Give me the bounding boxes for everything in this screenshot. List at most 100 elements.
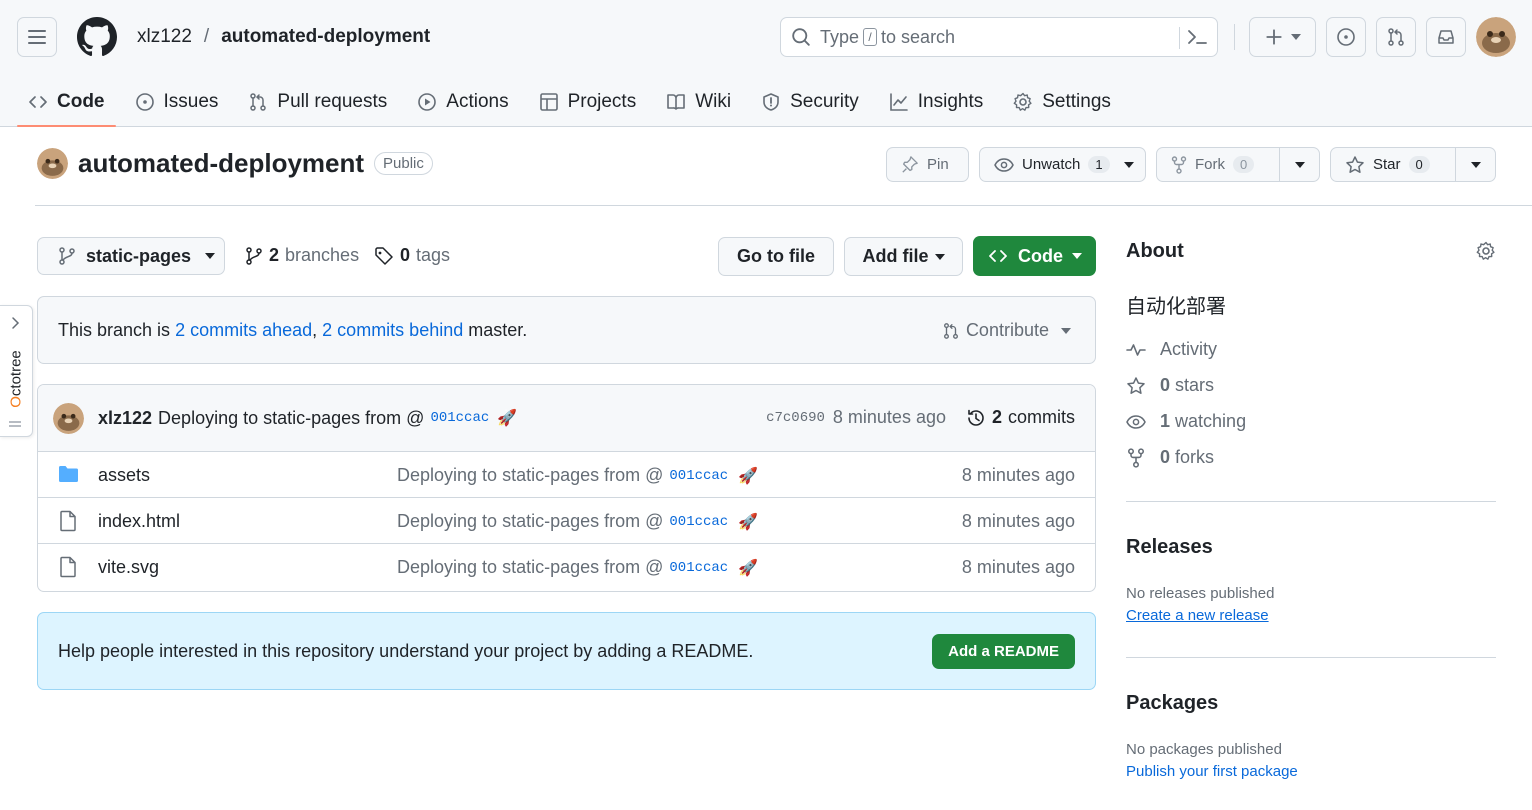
add-file-button[interactable]: Add file	[844, 237, 963, 276]
git-pull-request-icon	[1388, 28, 1404, 46]
octotree-toggle[interactable]: Octotree	[0, 305, 33, 437]
add-readme-button[interactable]: Add a README	[932, 634, 1075, 669]
tab-projects[interactable]: Projects	[528, 77, 648, 126]
issues-button[interactable]	[1326, 17, 1366, 57]
pull-requests-button[interactable]	[1376, 17, 1416, 57]
fork-button[interactable]: Fork 0	[1156, 147, 1320, 182]
hamburger-icon	[28, 30, 46, 44]
pin-button[interactable]: Pin	[886, 147, 969, 182]
user-avatar[interactable]	[1476, 17, 1516, 57]
repo-description: 自动化部署	[1126, 296, 1226, 318]
owner-link[interactable]: xlz122	[137, 26, 192, 48]
file-commit-message[interactable]: Deploying to static-pages from @001ccac 🚀	[397, 465, 758, 486]
file-name[interactable]: index.html	[98, 511, 180, 532]
go-to-file-label: Go to file	[737, 246, 815, 266]
releases-heading[interactable]: Releases	[1126, 536, 1213, 559]
tab-security[interactable]: Security	[750, 77, 870, 126]
owner-avatar[interactable]	[37, 148, 68, 179]
git-branch-icon	[246, 246, 262, 265]
code-button[interactable]: Code	[973, 236, 1096, 276]
commit-message[interactable]: Deploying to static-pages from @	[158, 408, 424, 429]
stars-count: 0	[1160, 375, 1171, 395]
tab-insights[interactable]: Insights	[878, 77, 994, 126]
commit-sha-link[interactable]: 001ccac	[669, 560, 728, 576]
fork-dropdown[interactable]	[1279, 148, 1319, 181]
tab-label: Projects	[567, 90, 637, 112]
menu-button[interactable]	[17, 17, 57, 57]
tags-link[interactable]: 0 tags	[374, 245, 450, 266]
search-divider	[1179, 27, 1180, 49]
tab-wiki[interactable]: Wiki	[655, 77, 742, 126]
packages-heading[interactable]: Packages	[1126, 692, 1218, 715]
table-row[interactable]: assets Deploying to static-pages from @0…	[38, 452, 1095, 498]
table-row[interactable]: vite.svg Deploying to static-pages from …	[38, 544, 1095, 590]
command-palette-icon[interactable]	[1186, 27, 1208, 47]
branch-info-prefix: This branch is	[58, 319, 171, 340]
tab-issues[interactable]: Issues	[124, 77, 230, 126]
tab-label: Insights	[917, 90, 984, 112]
create-new-button[interactable]	[1249, 17, 1316, 57]
gear-icon[interactable]	[1476, 241, 1496, 261]
folder-icon	[59, 466, 78, 482]
commits-behind-link[interactable]: 2 commits behind	[322, 320, 463, 341]
search-input[interactable]: Type / to search	[780, 17, 1218, 57]
file-name[interactable]: assets	[98, 465, 150, 486]
commit-hash[interactable]: c7c0690	[766, 410, 825, 426]
branches-count: 2	[269, 245, 280, 265]
activity-link[interactable]: Activity	[1126, 339, 1217, 360]
search-shortcut-key: /	[863, 28, 878, 46]
repo-forked-icon	[1128, 447, 1144, 468]
fork-counter: 0	[1233, 156, 1255, 173]
search-placeholder-after: to search	[881, 26, 956, 47]
create-release-link[interactable]: Create a new release	[1126, 607, 1269, 624]
book-icon	[667, 93, 686, 110]
commits-ahead-link[interactable]: 2 commits ahead	[175, 320, 312, 341]
unwatch-button[interactable]: Unwatch 1	[979, 147, 1146, 182]
file-age: 8 minutes ago	[961, 511, 1075, 531]
pulse-icon	[1126, 343, 1146, 356]
branches-link[interactable]: 2 branches	[245, 245, 359, 266]
publish-package-link[interactable]: Publish your first package	[1126, 763, 1298, 780]
repo-title[interactable]: automated-deployment	[78, 148, 364, 179]
commit-sha-link[interactable]: 001ccac	[669, 468, 728, 484]
rocket-icon: 🚀	[738, 467, 759, 485]
go-to-file-button[interactable]: Go to file	[718, 237, 834, 276]
file-commit-message[interactable]: Deploying to static-pages from @001ccac 🚀	[397, 557, 758, 578]
star-dropdown[interactable]	[1455, 148, 1495, 181]
code-icon	[989, 250, 1007, 262]
file-name[interactable]: vite.svg	[98, 557, 159, 578]
table-row[interactable]: index.html Deploying to static-pages fro…	[38, 498, 1095, 544]
file-icon	[60, 556, 76, 578]
inbox-button[interactable]	[1426, 17, 1466, 57]
commit-sha-link[interactable]: 001ccac	[669, 514, 728, 530]
rocket-icon: 🚀	[497, 410, 518, 427]
tab-pull-requests[interactable]: Pull requests	[237, 77, 398, 126]
tab-code[interactable]: Code	[17, 77, 116, 127]
star-button[interactable]: Star 0	[1330, 147, 1496, 182]
star-counter: 0	[1408, 156, 1430, 173]
watching-link[interactable]: 1 watching	[1126, 411, 1246, 432]
contribute-dropdown[interactable]: Contribute	[942, 320, 1071, 341]
commit-author[interactable]: xlz122	[98, 408, 152, 429]
file-table: xlz122 Deploying to static-pages from @ …	[37, 384, 1096, 592]
tab-actions[interactable]: Actions	[406, 77, 519, 126]
activity-label: Activity	[1160, 339, 1218, 359]
header-divider	[1234, 24, 1235, 50]
tab-settings[interactable]: Settings	[1002, 77, 1122, 126]
chevron-right-icon	[12, 317, 20, 329]
commit-sha-link[interactable]: 001ccac	[430, 410, 489, 426]
commit-author-avatar[interactable]	[53, 402, 84, 434]
stars-link[interactable]: 0 stars	[1126, 375, 1214, 396]
forks-link[interactable]: 0 forks	[1126, 447, 1214, 468]
releases-empty-text: No releases published	[1126, 585, 1275, 602]
triangle-down-icon	[205, 253, 216, 259]
github-logo-icon[interactable]	[77, 17, 117, 57]
triangle-down-icon	[1294, 161, 1305, 168]
branch-selector[interactable]: static-pages	[37, 237, 225, 275]
repo-link[interactable]: automated-deployment	[221, 26, 430, 48]
file-commit-message[interactable]: Deploying to static-pages from @001ccac 🚀	[397, 511, 758, 532]
commits-history-link[interactable]: 2 commits	[966, 407, 1075, 428]
triangle-down-icon	[934, 253, 945, 260]
commits-count: 2	[991, 407, 1002, 427]
stars-label: stars	[1175, 375, 1215, 395]
